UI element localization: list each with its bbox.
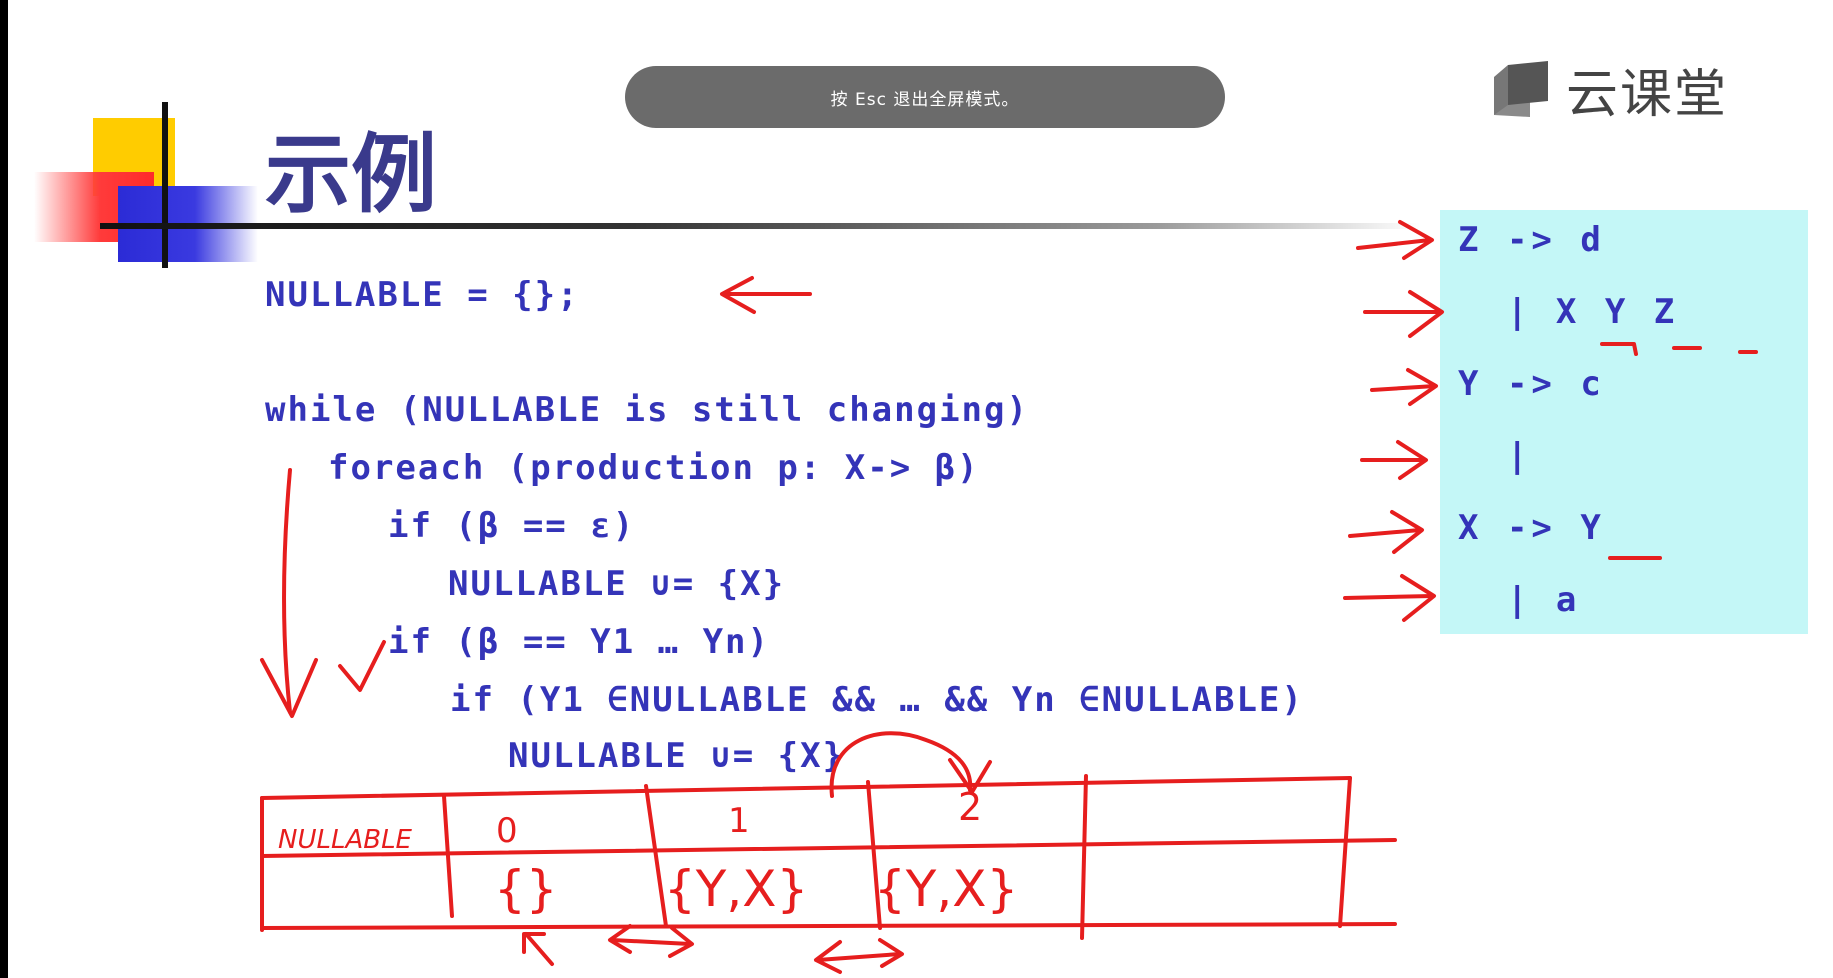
table-header-1: 1 bbox=[728, 801, 750, 841]
table-header-nullable: NULLABLE bbox=[278, 825, 413, 855]
app-logo: 云课堂 bbox=[1490, 52, 1728, 127]
table-cell-2: {Y,X} bbox=[874, 860, 1018, 918]
table-header-0: 0 bbox=[496, 811, 518, 851]
table-cell-1: {Y,X} bbox=[664, 860, 808, 918]
logo-text: 云课堂 bbox=[1566, 65, 1729, 125]
handwritten-annotations: NULLABLE 0 1 2 {} {Y,X} {Y,X} bbox=[260, 220, 1758, 974]
fullscreen-exit-toast: 按 Esc 退出全屏模式。 bbox=[625, 66, 1225, 128]
table-header-2: 2 bbox=[958, 785, 982, 829]
table-cell-0: {} bbox=[494, 860, 558, 918]
book-icon bbox=[1494, 60, 1548, 117]
